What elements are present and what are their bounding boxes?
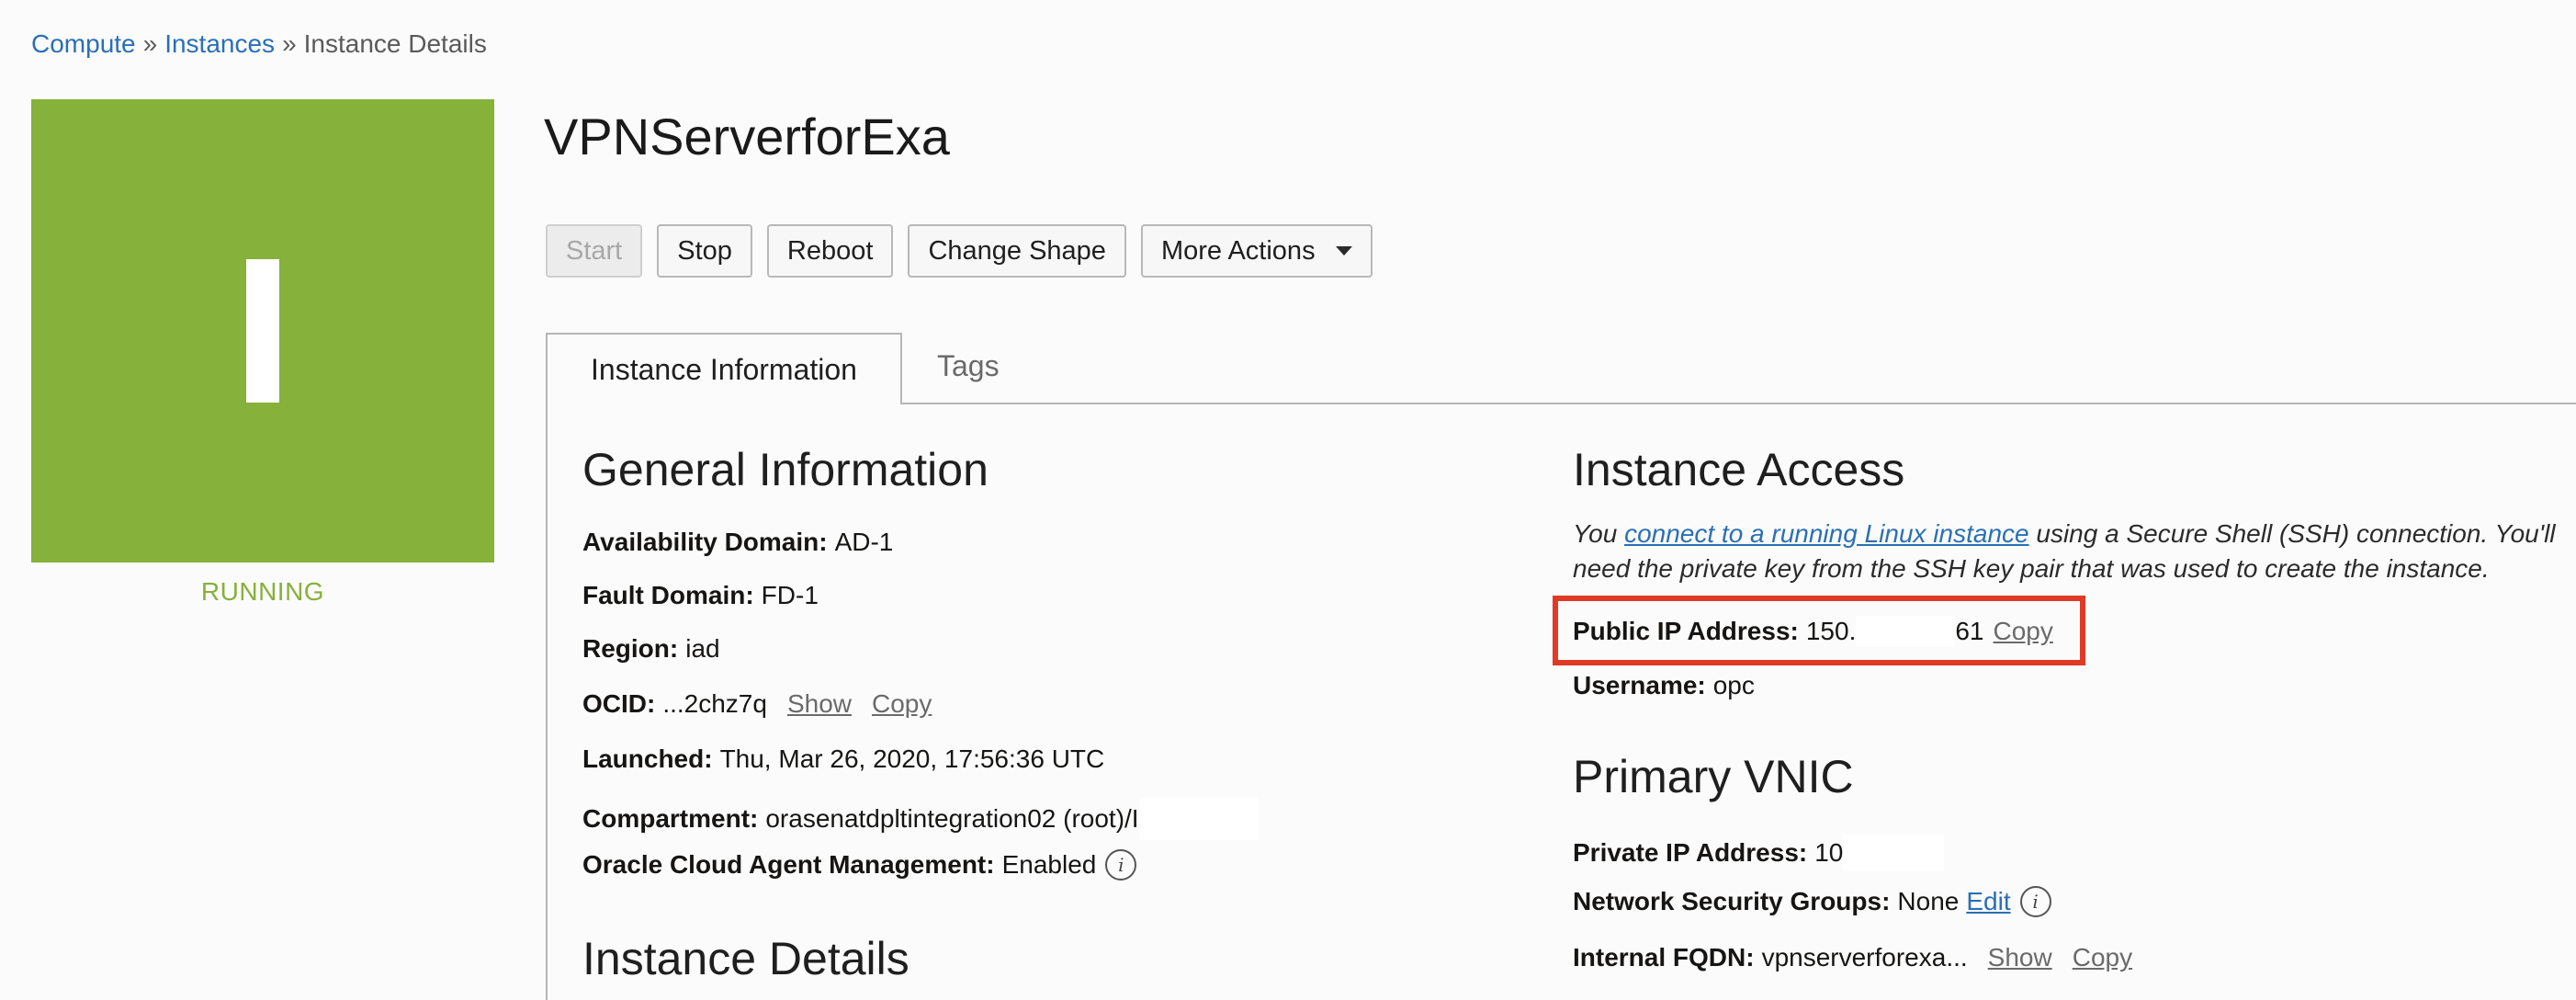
reboot-button[interactable]: Reboot [766,224,894,278]
compartment-value: orasenatdpltintegration02 (root)/I [765,804,1139,833]
launched-row: Launched: Thu, Mar 26, 2020, 17:56:36 UT… [582,744,1104,774]
ocid-copy-link[interactable]: Copy [872,689,932,719]
instance-details-heading: Instance Details [582,933,910,984]
tab-instance-information[interactable]: Instance Information [546,333,902,404]
change-shape-button[interactable]: Change Shape [908,224,1126,278]
page-title: VPNServerforExa [544,108,950,165]
ocid-value: ...2chz7q [662,689,767,718]
field-label: Compartment: [582,804,759,833]
nsg-value: None [1897,887,1960,915]
compartment-row: Compartment: orasenatdpltintegration02 (… [582,798,1259,840]
username-value: opc [1712,671,1755,699]
region-value: iad [685,634,720,663]
primary-vnic-heading: Primary VNIC [1573,751,1854,802]
field-label: Oracle Cloud Agent Management: [582,850,995,879]
panel-border [546,404,548,1000]
launched-value: Thu, Mar 26, 2020, 17:56:36 UTC [719,744,1105,773]
general-information-heading: General Information [582,444,989,495]
breadcrumb-separator: » [142,29,158,58]
more-actions-label: More Actions [1160,235,1316,266]
field-label: Internal FQDN: [1573,943,1755,972]
fault-domain-row: Fault Domain: FD-1 [582,581,819,610]
field-label: Username: [1573,671,1706,699]
nsg-row: Network Security Groups: None Edit i [1573,886,2051,917]
info-icon[interactable]: i [1105,849,1137,881]
ocid-row: OCID: ...2chz7q Show Copy [582,689,932,719]
internal-fqdn-row: Internal FQDN: vpnserverforexa... Show C… [1573,943,2132,972]
tab-divider [900,403,2576,404]
field-label: Network Security Groups: [1573,887,1891,915]
instance-status-label: RUNNING [200,577,325,606]
instance-access-description: You connect to a running Linux instance … [1573,517,2556,586]
redaction-box [1843,835,1945,871]
agent-management-row: Oracle Cloud Agent Management: Enabled i [582,849,1137,881]
availability-domain-row: Availability Domain: AD-1 [582,528,893,557]
breadcrumb-separator: » [282,29,297,58]
instance-status-tile [31,99,494,562]
start-button[interactable]: Start [546,224,643,278]
breadcrumb-compute-link[interactable]: Compute [31,29,136,58]
internal-fqdn-value: vpnserverforexa... [1761,943,1968,972]
info-icon[interactable]: i [2019,886,2051,917]
public-ip-highlight-box [1553,596,2085,665]
field-label: OCID: [582,689,656,718]
breadcrumb: Compute» Instances» Instance Details [31,29,487,59]
connect-linux-instance-link[interactable]: connect to a running Linux instance [1624,519,2029,548]
private-ip-value: 10 [1814,838,1844,867]
access-desc-start: You [1573,519,1625,548]
caret-down-icon [1335,246,1352,256]
field-label: Private IP Address: [1573,838,1808,867]
field-label: Availability Domain: [582,528,828,556]
action-toolbar: Start Stop Reboot Change Shape More Acti… [546,224,1373,278]
redaction-box [1138,798,1259,840]
stop-button[interactable]: Stop [657,224,752,278]
field-label: Region: [582,634,679,663]
fqdn-copy-link[interactable]: Copy [2073,943,2132,972]
field-label: Fault Domain: [582,581,754,609]
breadcrumb-instances-link[interactable]: Instances [164,29,275,58]
breadcrumb-current: Instance Details [303,29,487,58]
region-row: Region: iad [582,634,720,664]
username-row: Username: opc [1573,671,1755,700]
nsg-edit-link[interactable]: Edit [1966,887,2010,916]
ocid-show-link[interactable]: Show [787,689,852,719]
instance-letter-icon [246,259,279,403]
instance-access-heading: Instance Access [1573,444,1905,495]
tab-tags[interactable]: Tags [937,349,1000,383]
agent-management-value: Enabled [1001,850,1097,879]
private-ip-row: Private IP Address: 10 [1573,835,1945,871]
field-label: Launched: [582,744,713,773]
fault-domain-value: FD-1 [761,581,819,609]
availability-domain-value: AD-1 [834,528,894,556]
more-actions-dropdown[interactable]: More Actions [1140,224,1373,278]
fqdn-show-link[interactable]: Show [1988,943,2052,972]
